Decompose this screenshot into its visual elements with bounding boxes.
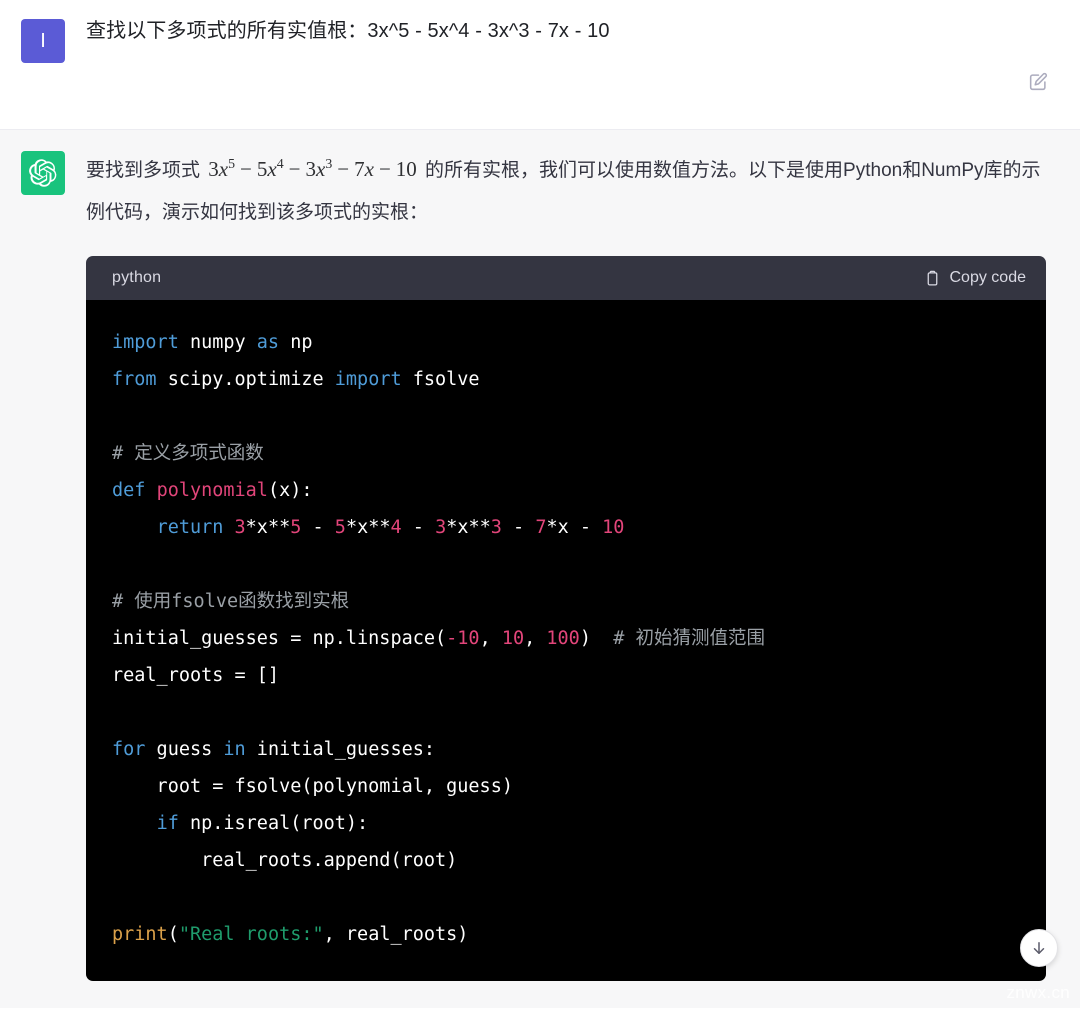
code-token: from [112, 369, 157, 390]
code-token: 3 [490, 517, 502, 538]
assistant-paragraph: 要找到多项式 3x5−5x4−3x3−7x −10 的所有实根，我们可以使用数值方… [86, 148, 1048, 234]
scroll-to-bottom-button[interactable] [1020, 929, 1058, 967]
code-token: np.isreal(root): [178, 813, 369, 834]
code-token: ( [167, 924, 179, 945]
code-token: (x): [267, 480, 313, 501]
math-term-2: 5x4 [256, 156, 284, 181]
code-token: polynomial [156, 480, 268, 501]
copy-code-button[interactable]: Copy code [924, 269, 1027, 288]
code-token: , [524, 628, 547, 649]
user-avatar-column: I [0, 16, 86, 129]
code-token: # 初始猜测值范围 [613, 628, 766, 649]
code-token: fsolve [401, 369, 480, 390]
code-token: - [401, 517, 436, 538]
code-token: initial_guesses = np.linspace( [112, 628, 447, 649]
watermark: znwx.cn [1006, 983, 1070, 1002]
math-term-4: 7x [354, 157, 374, 181]
assistant-message-row: 要找到多项式 3x5−5x4−3x3−7x −10 的所有实根，我们可以使用数值方… [0, 130, 1080, 1008]
code-token: *x** [345, 517, 391, 538]
code-token: in [223, 739, 246, 760]
code-token: *x [546, 517, 569, 538]
code-token: 100 [546, 628, 580, 649]
user-message-content: 查找以下多项式的所有实值根：3x^5 - 5x^4 - 3x^3 - 7x - … [86, 16, 1080, 129]
copy-code-label: Copy code [949, 269, 1027, 286]
code-token: "Real roots:" [178, 924, 324, 945]
paragraph-text-before-math: 要找到多项式 [86, 160, 206, 181]
code-token: -10 [446, 628, 480, 649]
code-token: # 使用fsolve函数找到实根 [112, 591, 350, 612]
code-token: - [501, 517, 536, 538]
code-token: - [301, 517, 335, 538]
code-token: initial_guesses: [245, 739, 436, 760]
code-token: real_roots.append(root) [112, 850, 458, 871]
code-token: def [112, 480, 146, 501]
code-content: import numpy as np from scipy.optimize i… [112, 324, 1020, 953]
math-operator: − [337, 157, 350, 181]
avatar [21, 151, 65, 195]
code-token: # 定义多项式函数 [112, 443, 264, 464]
code-block: python Copy code import numpy as np from… [86, 256, 1046, 981]
code-token: 7 [535, 517, 547, 538]
math-term-5: 10 [395, 157, 417, 181]
code-block-body[interactable]: import numpy as np from scipy.optimize i… [86, 300, 1046, 981]
code-token: 5 [290, 517, 302, 538]
code-token: if [156, 813, 179, 834]
code-token: as [256, 332, 280, 353]
code-token: 10 [602, 517, 625, 538]
code-token: 4 [390, 517, 402, 538]
edit-pencil-square-icon [1027, 71, 1049, 93]
code-token: , [479, 628, 502, 649]
code-token: guess [145, 739, 224, 760]
user-message-row: I 查找以下多项式的所有实值根：3x^5 - 5x^4 - 3x^3 - 7x … [0, 0, 1080, 130]
code-token: import [334, 369, 402, 390]
arrow-down-icon [1030, 939, 1048, 957]
math-operator: − [288, 157, 301, 181]
code-token: 10 [501, 628, 525, 649]
openai-logo-icon [29, 159, 57, 187]
code-token: 5 [334, 517, 346, 538]
code-token: print [112, 924, 168, 945]
code-token: numpy [178, 332, 257, 353]
assistant-avatar-column [0, 148, 86, 1008]
math-expression: 3x5−5x4−3x3−7x −10 [205, 157, 420, 181]
math-term-1: 3x5 [208, 156, 236, 181]
code-token: ) [579, 628, 591, 649]
code-token: return [156, 517, 224, 538]
assistant-message-content: 要找到多项式 3x5−5x4−3x3−7x −10 的所有实根，我们可以使用数值方… [86, 148, 1080, 1008]
code-token: real_roots = [] [112, 665, 280, 686]
code-token: for [112, 739, 146, 760]
clipboard-icon [924, 269, 941, 288]
code-token: import [112, 332, 179, 353]
code-token: *x** [245, 517, 291, 538]
code-token: , real_roots) [323, 924, 469, 945]
code-token: root = fsolve(polynomial, guess) [112, 776, 513, 797]
math-operator: − [240, 157, 252, 181]
code-token: scipy.optimize [156, 369, 335, 390]
code-language-label: python [112, 269, 162, 286]
code-token: 3 [234, 517, 246, 538]
code-token: np [279, 332, 313, 353]
code-block-header: python Copy code [86, 256, 1046, 300]
code-token: - [568, 517, 603, 538]
avatar: I [21, 19, 65, 63]
code-token: 3 [435, 517, 447, 538]
math-operator: − [378, 157, 391, 181]
edit-message-button[interactable] [1024, 68, 1052, 96]
code-token: *x** [446, 517, 491, 538]
math-term-3: 3x3 [305, 156, 333, 181]
user-message-text: 查找以下多项式的所有实值根：3x^5 - 5x^4 - 3x^3 - 7x - … [86, 20, 610, 42]
